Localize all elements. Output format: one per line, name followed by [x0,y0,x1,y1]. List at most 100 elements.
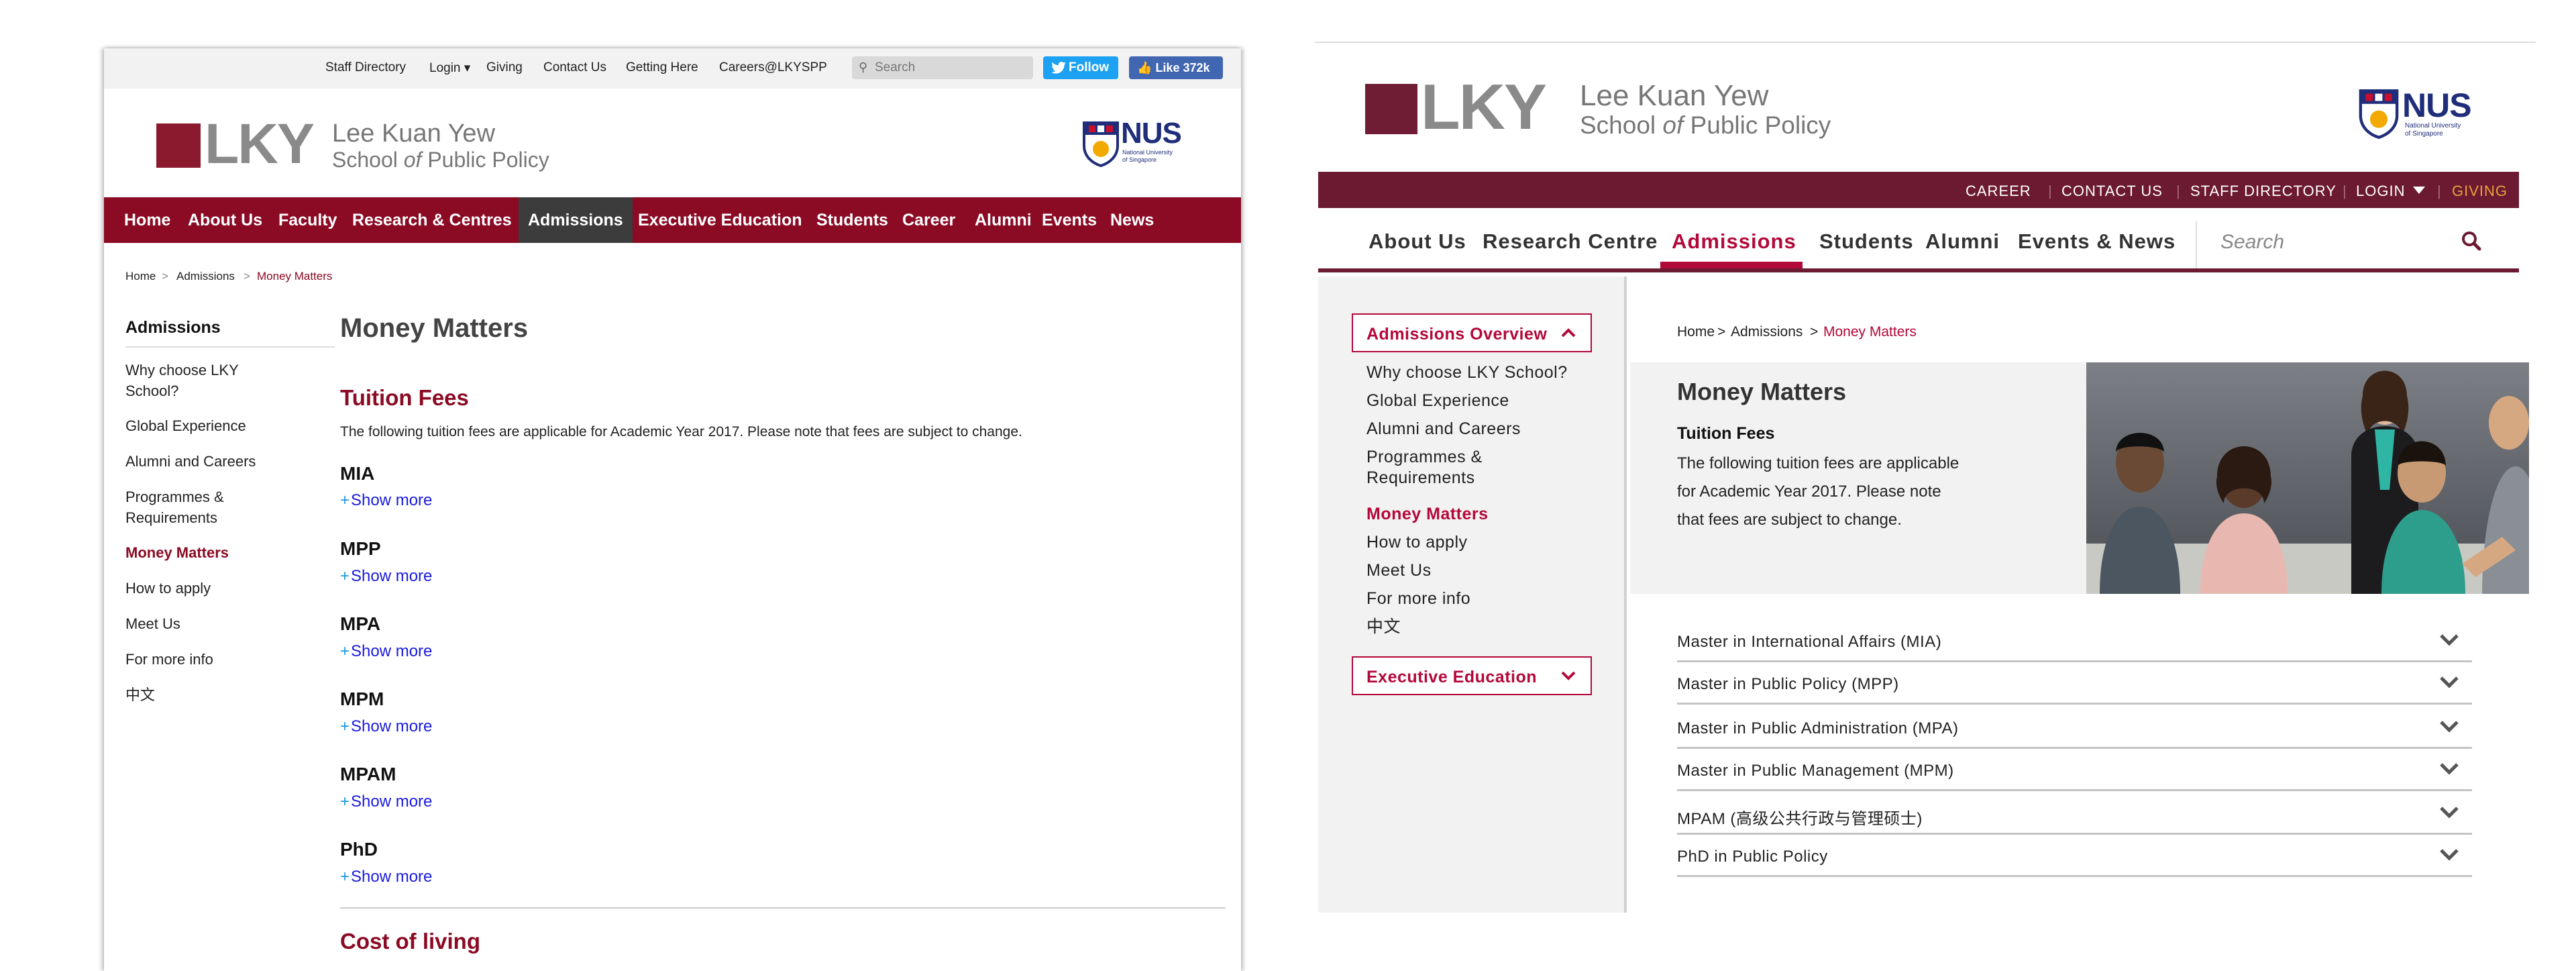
sidebar-title: Admissions [125,318,221,337]
section-heading-cost-of-living: Cost of living [340,929,480,954]
nav-executive-education[interactable]: Executive Education [638,197,802,243]
nus-crest-icon [1083,121,1119,168]
search-input[interactable]: ⚲ Search [852,56,1033,79]
sidebar-item-how-to-apply[interactable]: How to apply [125,578,211,599]
accordion-label: Master in Public Policy (MPP) [1677,675,1899,693]
sidebar-item-programmes[interactable]: Programmes & Requirements [125,487,260,528]
sidebar-item-meet-us[interactable]: Meet Us [125,613,180,634]
accordion-item-mia[interactable]: Master in International Affairs (MIA) [1677,621,2472,662]
util-link-getting-here[interactable]: Getting Here [626,60,698,75]
nus-logo[interactable]: NUS National University of Singapore [1082,117,1182,172]
top-link-staff-directory[interactable]: STAFF DIRECTORY [2190,183,2337,200]
show-more-link[interactable]: +Show more [340,567,432,586]
nav-faculty[interactable]: Faculty [278,197,337,243]
sidebar-item-why-choose[interactable]: Why choose LKY School? [125,360,280,401]
sidebar-item-more-info[interactable]: For more info [1366,589,1470,609]
plus-icon: + [340,717,350,735]
executive-education-toggle[interactable]: Executive Education [1352,656,1592,695]
nav-alumni[interactable]: Alumni [1925,229,2000,254]
nav-news[interactable]: News [1110,197,1154,243]
logo-name-line2: School of Public Policy [332,148,549,172]
util-link-careers[interactable]: Careers@LKYSPP [719,60,827,75]
twitter-follow-button[interactable]: Follow [1043,56,1118,79]
login-caret-icon[interactable] [2413,187,2425,195]
breadcrumb-home[interactable]: Home [1677,324,1715,340]
sidebar-item-why-choose[interactable]: Why choose LKY School? [1366,362,1568,383]
accordion-item-mpp[interactable]: Master in Public Policy (MPP) [1677,663,2472,705]
sidebar-item-programmes[interactable]: Programmes & Requirements [1366,447,1507,489]
sidebar-item-global-experience[interactable]: Global Experience [1366,391,1509,411]
top-link-giving[interactable]: GIVING [2452,183,2508,200]
accordion-label: Master in International Affairs (MIA) [1677,633,1942,651]
nav-admissions[interactable]: Admissions [1672,229,1796,254]
sidebar-item-global-experience[interactable]: Global Experience [125,415,246,436]
search-icon[interactable] [2459,228,2485,255]
show-more-link[interactable]: +Show more [340,868,432,886]
utility-bar: CAREER | CONTACT US | STAFF DIRECTORY | … [1318,172,2519,208]
sidebar-item-more-info[interactable]: For more info [125,649,213,670]
nav-alumni[interactable]: Alumni [975,197,1032,243]
nus-full-line1: National University [2405,122,2461,130]
top-link-login[interactable]: LOGIN [2356,183,2405,200]
sidebar-item-meet-us[interactable]: Meet Us [1366,560,1432,581]
show-more-link[interactable]: +Show more [340,642,432,661]
nav-research-centre[interactable]: Research Centre [1483,229,1658,254]
sidebar-item-alumni-careers[interactable]: Alumni and Careers [1366,419,1521,440]
search-input[interactable]: Search [2220,231,2284,254]
sidebar-item-chinese[interactable]: 中文 [1366,617,1401,637]
logo-mark[interactable]: LKY [1421,75,1547,140]
nav-events-news[interactable]: Events & News [2018,229,2176,254]
top-link-career[interactable]: CAREER [1966,183,2031,200]
nav-students[interactable]: Students [1819,229,1914,254]
nav-research-centres[interactable]: Research & Centres [352,197,512,243]
breadcrumb-current: Money Matters [1823,324,1917,340]
breadcrumb-current: Money Matters [257,270,333,283]
plus-icon: + [340,793,350,811]
util-link-login[interactable]: Login ▾ [429,60,470,76]
nav-about-us[interactable]: About Us [188,197,262,243]
nav-home[interactable]: Home [124,197,170,243]
nus-logo[interactable]: NUS National University of Singapore [2358,86,2472,140]
admissions-overview-toggle[interactable]: Admissions Overview [1352,313,1592,352]
accordion-item-mpa[interactable]: Master in Public Administration (MPA) [1677,707,2472,749]
nav-admissions[interactable]: Admissions [519,197,633,243]
nav-events[interactable]: Events [1042,197,1097,243]
nav-career[interactable]: Career [902,197,955,243]
accordion-item-mpm[interactable]: Master in Public Management (MPM) [1677,750,2472,791]
facebook-like-button[interactable]: 👍 Like 372k [1129,56,1223,79]
sidebar-item-how-to-apply[interactable]: How to apply [1366,532,1468,553]
logo-mark[interactable]: LKY [205,115,315,172]
twitter-follow-label: Follow [1069,60,1110,74]
section-heading-tuition: Tuition Fees [340,385,469,410]
main-nav: About Us Research Centre Admissions Stud… [1318,208,2519,272]
sidebar-item-chinese[interactable]: 中文 [125,684,155,705]
sidebar-item-money-matters[interactable]: Money Matters [1366,504,1489,525]
sidebar-item-alumni-careers[interactable]: Alumni and Careers [125,451,256,472]
chevron-down-icon [2440,807,2459,819]
nav-students[interactable]: Students [816,197,888,243]
breadcrumb-separator: > [1810,324,1819,340]
show-more-link[interactable]: +Show more [340,793,432,811]
intro-text: The following tuition fees are applicabl… [1677,454,1960,529]
show-more-link[interactable]: +Show more [340,491,432,510]
nus-crest-icon [2359,89,2399,140]
breadcrumb-admissions[interactable]: Admissions [1731,324,1803,340]
top-link-contact-us[interactable]: CONTACT US [2061,183,2163,200]
top-link-separator: | [2048,183,2052,199]
programme-heading: MIA [340,463,375,484]
logo-name-line1: Lee Kuan Yew [1580,79,1769,112]
breadcrumb-home[interactable]: Home [125,270,156,283]
breadcrumb-admissions[interactable]: Admissions [176,270,235,283]
util-link-giving[interactable]: Giving [486,60,523,75]
nav-about-us[interactable]: About Us [1368,229,1466,254]
chevron-down-icon [2440,634,2459,646]
sidebar-item-money-matters[interactable]: Money Matters [125,542,229,563]
accordion-item-phd[interactable]: PhD in Public Policy [1677,835,2472,877]
accordion-item-mpam[interactable]: MPAM (高级公共行政与管理硕士) [1677,793,2472,835]
sidebar: Admissions Overview Why choose LKY Schoo… [1318,276,1627,913]
util-link-contact-us[interactable]: Contact Us [543,60,606,75]
show-more-link[interactable]: +Show more [340,717,432,736]
chevron-down-icon [1561,671,1576,680]
util-link-staff-directory[interactable]: Staff Directory [325,60,406,75]
thumbs-up-icon: 👍 [1137,61,1152,74]
